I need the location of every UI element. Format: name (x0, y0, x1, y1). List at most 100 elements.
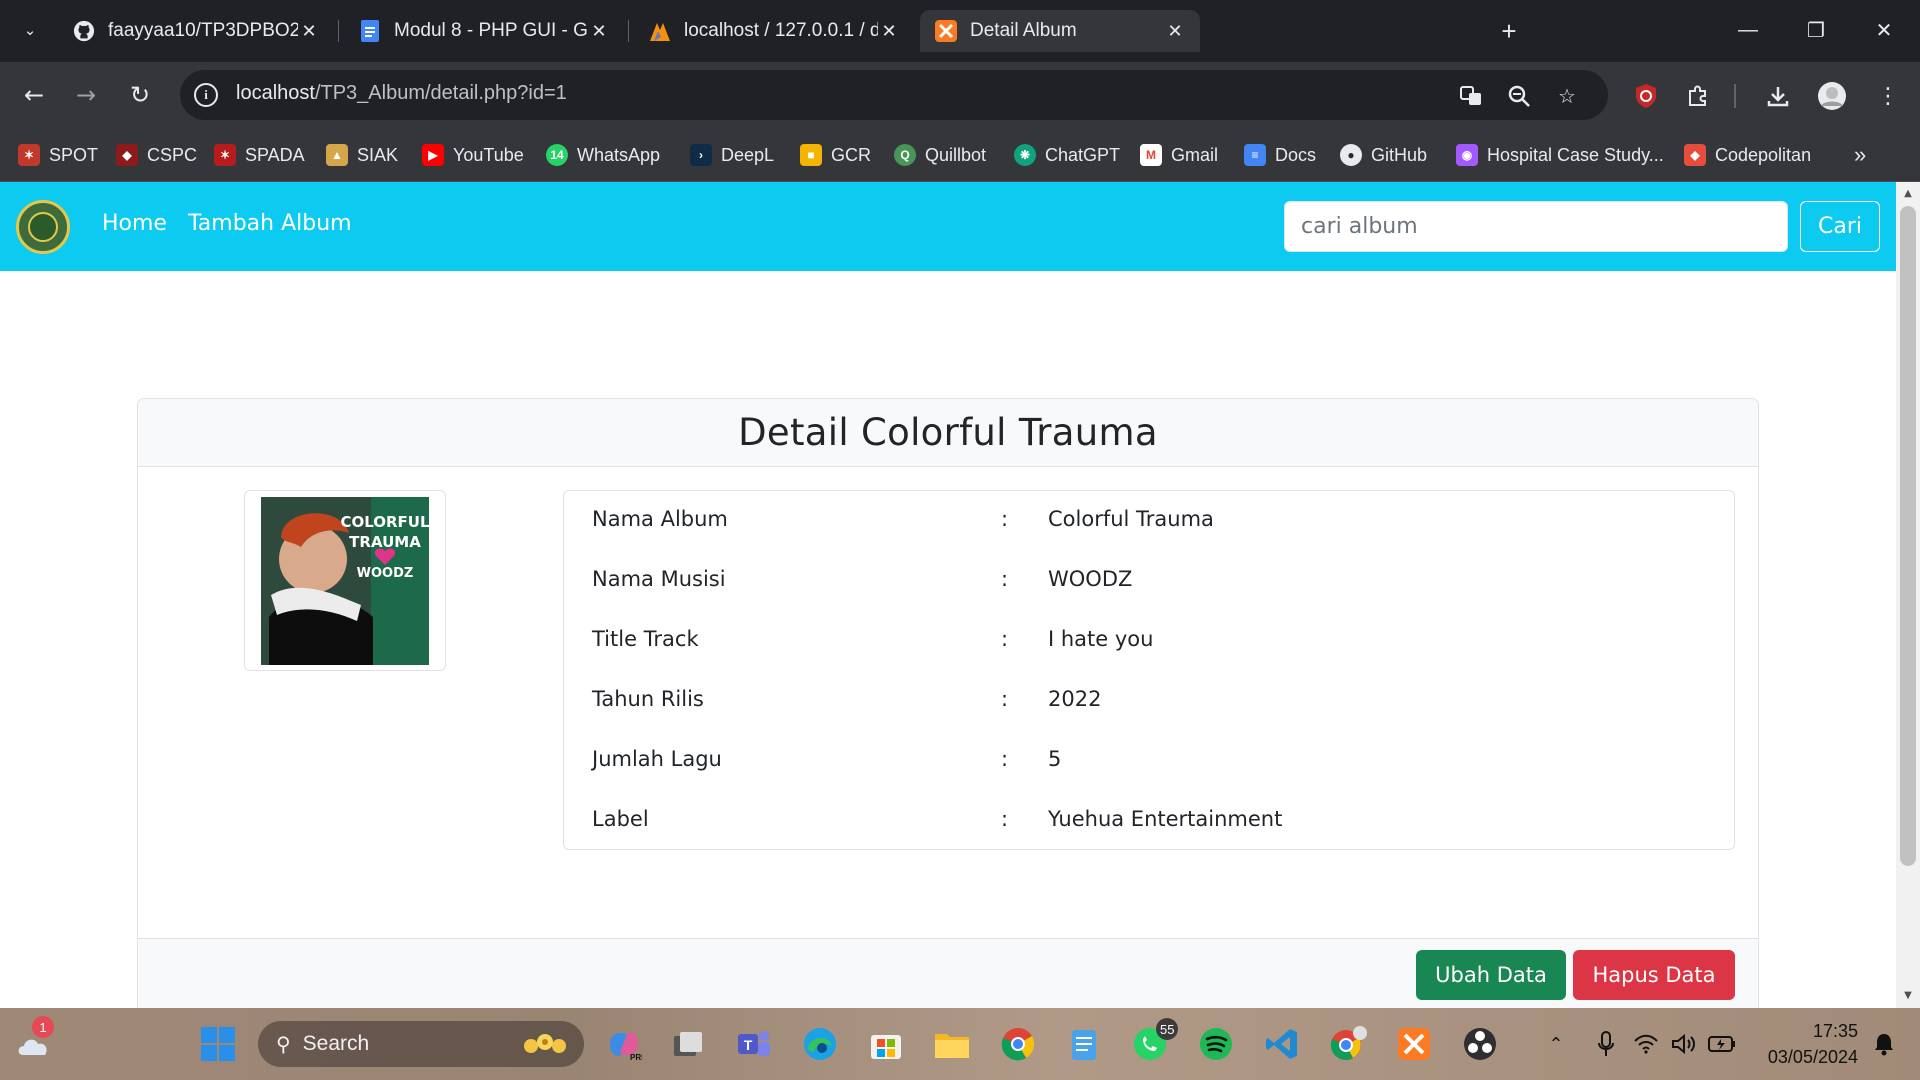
search-highlight-flowers[interactable] (518, 1022, 576, 1066)
search-button[interactable]: Cari (1800, 201, 1880, 252)
bookmark-star-icon[interactable]: ☆ (1554, 83, 1580, 109)
close-icon[interactable]: ✕ (588, 21, 610, 42)
github-icon (72, 19, 96, 43)
forward-button[interactable]: → (66, 75, 106, 115)
browser-tab-github[interactable]: faayyaa10/TP3DPBO2024C2 ✕ (58, 10, 334, 52)
album-cover-frame: COLORFUL TRAUMA WOODZ (244, 490, 446, 671)
profile-avatar[interactable] (1818, 82, 1846, 110)
site-logo[interactable] (16, 200, 70, 254)
gmail-icon: M (1140, 144, 1162, 166)
extensions-puzzle-icon[interactable] (1684, 82, 1712, 110)
reload-button[interactable]: ↻ (120, 75, 160, 115)
browser-tab-detail-album[interactable]: Detail Album ✕ (920, 10, 1200, 52)
bookmark-deepl[interactable]: › DeepL (690, 142, 774, 168)
task-view-icon[interactable] (666, 1022, 710, 1066)
search-input[interactable] (1284, 201, 1788, 252)
weather-widget[interactable]: 1 (12, 1016, 56, 1066)
scroll-down-arrow-icon[interactable]: ▼ (1902, 990, 1914, 1002)
new-tab-button[interactable]: + (1492, 14, 1526, 48)
translate-icon[interactable] (1458, 83, 1484, 109)
minimize-button[interactable]: — (1718, 10, 1778, 50)
bookmark-youtube[interactable]: ▶ YouTube (422, 142, 524, 168)
close-icon[interactable]: ✕ (1164, 21, 1186, 42)
bookmark-quillbot[interactable]: Q Quillbot (894, 142, 986, 168)
microsoft-store-icon[interactable] (864, 1022, 908, 1066)
bookmark-docs[interactable]: ≡ Docs (1244, 142, 1316, 168)
edit-album-button[interactable]: Ubah Data (1416, 950, 1566, 1000)
close-icon[interactable]: ✕ (298, 21, 320, 42)
bookmark-label: SPADA (245, 144, 305, 165)
svg-text:TRAUMA: TRAUMA (349, 533, 421, 551)
bookmark-hospital-case-study[interactable]: ◉ Hospital Case Study... (1456, 142, 1664, 168)
xampp-app-icon[interactable] (1392, 1022, 1436, 1066)
notification-bell-icon[interactable] (1866, 1022, 1902, 1066)
window-close-button[interactable]: ✕ (1854, 10, 1914, 50)
downloads-icon[interactable] (1764, 82, 1792, 110)
bookmark-whatsapp[interactable]: 14 WhatsApp (546, 142, 660, 168)
browser-menu-icon[interactable]: ⋮ (1874, 82, 1902, 110)
tab-title: Modul 8 - PHP GUI - Google Dc (394, 20, 588, 41)
cspc-icon: ◆ (116, 144, 138, 166)
field-separator: : (1001, 747, 1009, 771)
toolbar-divider (1734, 84, 1736, 108)
nav-link-home[interactable]: Home (102, 211, 167, 236)
bookmark-gcr[interactable]: ■ GCR (800, 142, 871, 168)
bookmark-gmail[interactable]: M Gmail (1140, 142, 1218, 168)
whatsapp-app-icon[interactable]: 55 (1128, 1018, 1179, 1066)
close-icon[interactable]: ✕ (878, 21, 900, 42)
browser-tab-google-docs[interactable]: Modul 8 - PHP GUI - Google Dc ✕ (344, 10, 624, 52)
bookmark-label: CSPC (147, 144, 198, 165)
field-value: 2022 (1048, 687, 1102, 711)
nav-link-tambah-album[interactable]: Tambah Album (188, 211, 352, 236)
system-clock[interactable]: 17:35 03/05/2024 (1748, 1018, 1858, 1070)
file-explorer-icon[interactable] (930, 1022, 974, 1066)
bookmark-github[interactable]: ● GitHub (1340, 142, 1427, 168)
more-bookmarks-button[interactable]: » (1854, 142, 1866, 168)
page-scrollbar[interactable]: ▲ ▼ (1896, 182, 1920, 1008)
teams-app-icon[interactable]: T (732, 1022, 776, 1066)
bookmark-siak[interactable]: ▲ SIAK (326, 142, 398, 168)
field-label: Nama Musisi (592, 567, 726, 591)
tab-title: localhost / 127.0.0.1 / db_album (684, 20, 878, 41)
tab-search-button[interactable]: ⌄ (10, 10, 50, 50)
notepad-app-icon[interactable] (1062, 1022, 1106, 1066)
vscode-app-icon[interactable] (1260, 1022, 1304, 1066)
field-label: Label (592, 807, 649, 831)
zoom-icon[interactable] (1506, 83, 1532, 109)
battery-icon[interactable] (1704, 1022, 1740, 1066)
wifi-icon[interactable] (1628, 1022, 1664, 1066)
edge-app-icon[interactable] (798, 1022, 842, 1066)
quillbot-icon: Q (894, 144, 916, 166)
volume-icon[interactable] (1666, 1022, 1702, 1066)
scroll-up-arrow-icon[interactable]: ▲ (1902, 188, 1914, 200)
browser-tab-phpmyadmin[interactable]: localhost / 127.0.0.1 / db_album ✕ (634, 10, 914, 52)
show-hidden-icons-button[interactable]: ⌃ (1534, 1022, 1578, 1066)
bookmark-label: ChatGPT (1045, 144, 1121, 165)
youtube-icon: ▶ (422, 144, 444, 166)
spotify-app-icon[interactable] (1194, 1022, 1238, 1066)
address-bar[interactable]: i localhost/TP3_Album/detail.php?id=1 ☆ (180, 70, 1608, 120)
bookmark-spot[interactable]: ✶ SPOT (18, 142, 98, 168)
site-navbar: Home Tambah Album Cari (0, 182, 1896, 271)
bookmark-spada[interactable]: ✶ SPADA (214, 142, 305, 168)
chrome-profile-app-icon[interactable] (1326, 1022, 1370, 1066)
field-separator: : (1001, 627, 1009, 651)
bookmark-chatgpt[interactable]: ❋ ChatGPT (1014, 142, 1120, 168)
bookmark-label: Quillbot (925, 144, 987, 165)
url-text[interactable]: localhost/TP3_Album/detail.php?id=1 (236, 82, 567, 105)
site-info-icon[interactable]: i (194, 83, 218, 107)
scrollbar-thumb[interactable] (1900, 206, 1916, 866)
microphone-icon[interactable] (1584, 1022, 1628, 1066)
back-button[interactable]: ← (14, 75, 54, 115)
ublock-extension-icon[interactable] (1632, 82, 1660, 110)
bookmark-codepolitan[interactable]: ◆ Codepolitan (1684, 142, 1811, 168)
obs-app-icon[interactable] (1458, 1022, 1502, 1066)
chrome-app-icon[interactable] (996, 1022, 1040, 1066)
start-button[interactable] (196, 1022, 240, 1066)
delete-album-button[interactable]: Hapus Data (1573, 950, 1735, 1000)
cover-title-text: COLORFUL (340, 513, 429, 531)
bookmark-cspc[interactable]: ◆ CSPC (116, 142, 197, 168)
copilot-app-icon[interactable]: PRE (602, 1022, 646, 1066)
restore-button[interactable]: ❐ (1786, 10, 1846, 50)
codepolitan-icon: ◆ (1684, 144, 1706, 166)
